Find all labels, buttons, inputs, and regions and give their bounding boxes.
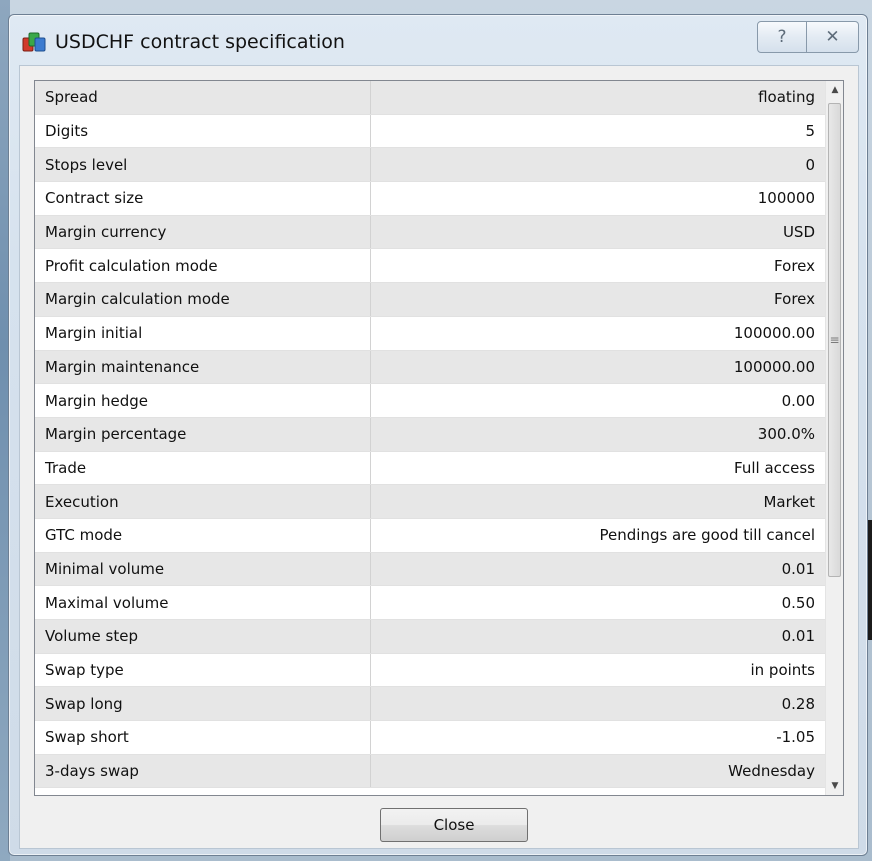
spec-name: Spread bbox=[35, 81, 371, 114]
spec-value: Market bbox=[763, 492, 815, 511]
spec-name: Margin maintenance bbox=[35, 350, 371, 384]
spec-name: Maximal volume bbox=[35, 586, 371, 619]
spec-value: 0.00 bbox=[781, 391, 815, 410]
help-icon: ? bbox=[777, 27, 787, 47]
table-row[interactable]: Margin percentage 300.0% bbox=[35, 417, 825, 452]
spec-value: 0.28 bbox=[781, 694, 815, 713]
title-bar-buttons: ? ✕ bbox=[757, 21, 859, 53]
scroll-thumb[interactable]: ≡ bbox=[828, 103, 841, 577]
close-button[interactable]: Close bbox=[380, 808, 528, 842]
spec-value: Forex bbox=[774, 290, 815, 309]
contract-spec-dialog: USDCHF contract specification ? ✕ Spread… bbox=[8, 14, 868, 856]
spec-name: Trade bbox=[35, 451, 371, 485]
spec-value: Pendings are good till cancel bbox=[599, 526, 815, 545]
spec-value: -1.05 bbox=[776, 728, 815, 747]
scroll-grip-icon: ≡ bbox=[829, 333, 840, 347]
spec-name: Contract size bbox=[35, 182, 371, 215]
spec-value: in points bbox=[750, 661, 815, 680]
spec-name: GTC mode bbox=[35, 518, 371, 552]
table-row[interactable]: Margin hedge 0.00 bbox=[35, 384, 825, 418]
title-bar[interactable]: USDCHF contract specification ? ✕ bbox=[9, 15, 867, 69]
spec-name: Minimal volume bbox=[35, 552, 371, 586]
table-row[interactable]: Swap type in points bbox=[35, 653, 825, 688]
spec-value: 5 bbox=[805, 122, 815, 141]
table-row[interactable]: Maximal volume 0.50 bbox=[35, 586, 825, 620]
spec-name: 3-days swap bbox=[35, 754, 371, 788]
spec-value: 100000 bbox=[757, 189, 815, 208]
table-row[interactable]: Spread floating bbox=[35, 81, 825, 115]
spec-value: Full access bbox=[734, 458, 815, 477]
spec-value: Forex bbox=[774, 256, 815, 275]
table-row[interactable]: Margin initial 100000.00 bbox=[35, 316, 825, 351]
close-window-button[interactable]: ✕ bbox=[807, 21, 859, 53]
spec-name: Margin calculation mode bbox=[35, 283, 371, 316]
spec-name: Margin percentage bbox=[35, 417, 371, 451]
spec-name: Digits bbox=[35, 114, 371, 148]
chevron-up-icon[interactable]: ▲ bbox=[826, 81, 843, 99]
spec-value: USD bbox=[782, 223, 815, 242]
table-row[interactable]: GTC mode Pendings are good till cancel bbox=[35, 518, 825, 553]
chevron-down-icon[interactable]: ▼ bbox=[826, 777, 843, 795]
spec-name: Swap short bbox=[35, 721, 371, 754]
table-row[interactable]: Execution Market bbox=[35, 485, 825, 519]
spec-table[interactable]: Spread floating Digits 5 Stops level 0 Contrac… bbox=[34, 80, 844, 796]
table-row[interactable]: Stops level 0 bbox=[35, 148, 825, 183]
spec-name: Swap type bbox=[35, 653, 371, 687]
table-row[interactable]: Margin calculation mode Forex bbox=[35, 283, 825, 317]
spec-name: Execution bbox=[35, 485, 371, 518]
close-icon: ✕ bbox=[825, 27, 840, 47]
spec-name: Swap long bbox=[35, 687, 371, 721]
table-row[interactable]: Margin currency USD bbox=[35, 215, 825, 250]
spec-name: Stops level bbox=[35, 148, 371, 182]
table-row[interactable]: 3-days swap Wednesday bbox=[35, 754, 825, 789]
spec-value: 0 bbox=[805, 155, 815, 174]
spec-value: 100000.00 bbox=[733, 357, 815, 376]
table-row[interactable]: Margin maintenance 100000.00 bbox=[35, 350, 825, 385]
spec-name: Volume step bbox=[35, 620, 371, 653]
spec-value: 100000.00 bbox=[733, 324, 815, 343]
table-row[interactable]: Contract size 100000 bbox=[35, 182, 825, 216]
table-row[interactable]: Profit calculation mode Forex bbox=[35, 249, 825, 284]
vertical-scrollbar[interactable]: ▲ ≡ ▼ bbox=[825, 81, 843, 795]
table-row[interactable]: Trade Full access bbox=[35, 451, 825, 486]
spec-name: Margin hedge bbox=[35, 384, 371, 417]
table-row[interactable]: Swap short -1.05 bbox=[35, 721, 825, 755]
spec-rows: Spread floating Digits 5 Stops level 0 Contrac… bbox=[35, 81, 825, 789]
spec-value: 0.50 bbox=[781, 593, 815, 612]
table-row[interactable]: Digits 5 bbox=[35, 114, 825, 149]
window-title: USDCHF contract specification bbox=[55, 31, 345, 53]
table-row[interactable]: Swap long 0.28 bbox=[35, 687, 825, 722]
table-row[interactable]: Volume step 0.01 bbox=[35, 620, 825, 654]
spec-name: Margin initial bbox=[35, 316, 371, 350]
spec-name: Profit calculation mode bbox=[35, 249, 371, 283]
app-icon bbox=[21, 29, 47, 55]
table-row[interactable]: Minimal volume 0.01 bbox=[35, 552, 825, 587]
spec-value: floating bbox=[758, 88, 815, 107]
spec-value: 300.0% bbox=[757, 425, 815, 444]
help-button[interactable]: ? bbox=[757, 21, 807, 53]
dialog-content: Spread floating Digits 5 Stops level 0 Contrac… bbox=[19, 65, 859, 849]
spec-value: Wednesday bbox=[728, 762, 815, 781]
spec-name: Margin currency bbox=[35, 215, 371, 249]
spec-value: 0.01 bbox=[781, 559, 815, 578]
spec-value: 0.01 bbox=[781, 627, 815, 646]
